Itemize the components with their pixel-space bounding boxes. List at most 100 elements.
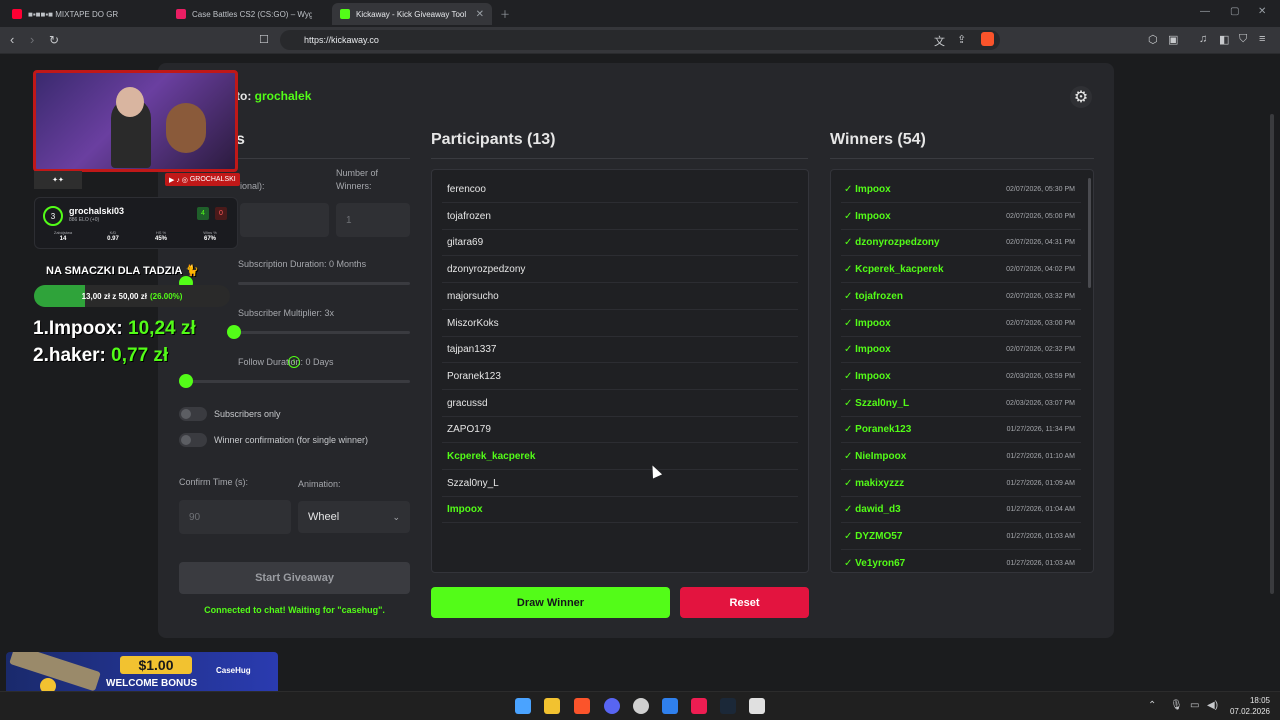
settings-button[interactable]: ⚙ — [1070, 86, 1092, 108]
sub-multiplier-slider[interactable] — [238, 331, 410, 334]
divider — [830, 158, 1094, 159]
winner-date: 01/27/2026, 01:04 AM — [1006, 506, 1076, 514]
steam-icon[interactable] — [720, 698, 736, 714]
tiktok-icon[interactable] — [691, 698, 707, 714]
screenshot-icon[interactable]: ▣ — [1168, 33, 1178, 46]
network-icon[interactable]: ▭ — [1190, 700, 1199, 711]
promo-amount: $1.00 — [120, 656, 192, 674]
winner-name: ✓ Impoox — [844, 344, 891, 356]
tab-kickaway[interactable]: Kickaway - Kick Giveaway Tool ✕ — [332, 3, 492, 25]
winner-row: ✓ Szzal0ny_L 02/03/2026, 03:07 PM — [841, 391, 1081, 417]
winner-name: ✓ Kcperek_kacperek — [844, 264, 944, 276]
extensions-icon[interactable]: ⬡ — [1148, 33, 1158, 46]
animation-select[interactable]: Wheel ⌄ — [298, 501, 410, 533]
winners-list[interactable]: ✓ Impoox 02/07/2026, 05:30 PM ✓ Impoox 02/0… — [830, 169, 1094, 573]
winner-row: ✓ DYZMO57 01/27/2026, 01:03 AM — [841, 524, 1081, 551]
volume-icon[interactable]: ◀) — [1207, 700, 1218, 711]
confirm-time-input[interactable]: 90 — [179, 500, 291, 534]
browser-tab-bar: ■▪■■▪■ MIXTAPE DO GR Case Battles CS2 (C… — [0, 0, 1280, 27]
system-clock[interactable]: 18:05 07.02.2026 — [1230, 695, 1270, 717]
follow-duration-knob[interactable] — [179, 374, 193, 388]
participant-row: tojafrozen — [442, 204, 798, 230]
winners-scrollbar[interactable] — [1088, 178, 1091, 288]
webcam-overlay — [33, 70, 238, 172]
winners-count-label: Number of Winners: — [336, 168, 379, 191]
sidebar-icon[interactable]: ◧ — [1219, 33, 1229, 46]
winner-name: ✓ Impoox — [844, 370, 891, 382]
participant-row: Szzal0ny_L — [442, 471, 798, 497]
confirm-time-label: Confirm Time (s): — [179, 477, 249, 487]
reset-button[interactable]: Reset — [680, 587, 809, 618]
tab-case-battles[interactable]: Case Battles CS2 (CS:GO) – Wygraj n — [168, 3, 328, 25]
translate-icon[interactable]: 文 — [934, 33, 945, 49]
tab-youtube[interactable]: ■▪■■▪■ MIXTAPE DO GR — [4, 3, 164, 25]
winner-row: ✓ Impoox 02/07/2026, 05:30 PM — [841, 177, 1081, 203]
maximize-icon[interactable]: ▢ — [1230, 6, 1239, 17]
mic-icon[interactable]: 🎙 — [1170, 700, 1183, 711]
stat-kills: Zabójstwa 14 — [53, 230, 73, 242]
winner-name: ✓ makixyzzz — [844, 477, 905, 489]
tab-label: ■▪■■▪■ MIXTAPE DO GR — [28, 9, 119, 19]
promo-text: WELCOME BONUS — [106, 678, 198, 689]
participants-list[interactable]: ferencoo tojafrozen gitara69 dzonyrozpedzon… — [431, 169, 809, 573]
player-elo: 886 ELO (+0) — [69, 217, 100, 223]
follow-duration-slider[interactable] — [179, 380, 410, 383]
url-text: https://kickaway.co — [304, 35, 379, 45]
winner-row: ✓ Ve1yron67 01/27/2026, 01:03 AM — [841, 551, 1081, 572]
sub-duration-slider[interactable] — [238, 282, 410, 285]
page-scrollbar[interactable] — [1270, 114, 1274, 594]
discord-icon[interactable] — [604, 698, 620, 714]
minimize-icon[interactable]: — — [1200, 6, 1210, 17]
subscribers-only-toggle[interactable] — [179, 407, 207, 421]
draw-winner-button[interactable]: Draw Winner — [431, 587, 670, 618]
sub-multiplier-knob[interactable] — [227, 325, 241, 339]
share-icon[interactable]: ⇪ — [957, 33, 966, 46]
brave-shields-icon[interactable] — [981, 32, 994, 46]
bookmark-icon[interactable]: ☐ — [259, 33, 269, 46]
menu-icon[interactable]: ≡ — [1259, 33, 1265, 45]
winner-date: 02/03/2026, 03:07 PM — [1006, 399, 1075, 407]
start-giveaway-button[interactable]: Start Giveaway — [179, 562, 410, 594]
animation-value: Wheel — [308, 511, 340, 523]
music-icon[interactable]: ♫ — [1199, 33, 1207, 45]
winner-name: ✓ Poranek123 — [844, 424, 912, 436]
address-bar[interactable]: https://kickaway.co — [280, 30, 1000, 50]
social-handle: ▶ ♪ ◎ GROCHALSKI — [165, 173, 240, 186]
app-icon[interactable] — [749, 698, 765, 714]
brave-icon[interactable] — [574, 698, 590, 714]
winner-confirmation-toggle[interactable] — [179, 433, 207, 447]
winner-name: ✓ Impoox — [844, 210, 891, 222]
chevron-down-icon: ⌄ — [392, 511, 400, 522]
keyword-input[interactable] — [240, 203, 329, 237]
obs-icon[interactable] — [633, 698, 649, 714]
participant-row: MiszorKoks — [442, 311, 798, 337]
winner-row: ✓ Impoox 02/07/2026, 03:00 PM — [841, 311, 1081, 337]
forward-icon[interactable]: › — [30, 32, 34, 47]
tab-label: Case Battles CS2 (CS:GO) – Wygraj n — [192, 9, 312, 19]
participant-row: tajpan1337 — [442, 337, 798, 364]
winners-count-input[interactable]: 1 — [336, 203, 410, 237]
channel-name: grochalek — [254, 89, 312, 103]
start-icon[interactable] — [515, 698, 531, 714]
close-window-icon[interactable]: ✕ — [1258, 6, 1266, 17]
chevron-up-icon[interactable]: ⌃ — [1148, 700, 1156, 711]
chat-status: Connected to chat! Waiting for "casehug"… — [204, 605, 385, 615]
level-badge: 3 — [43, 206, 63, 226]
winner-row: ✓ dawid_d3 01/27/2026, 01:04 AM — [841, 497, 1081, 524]
reload-icon[interactable]: ↻ — [49, 33, 59, 47]
winner-row: ✓ Kcperek_kacperek 02/07/2026, 04:02 PM — [841, 257, 1081, 284]
winner-name: ✓ tojafrozen — [844, 290, 903, 302]
info-icon[interactable]: ! — [288, 356, 300, 368]
winner-date: 02/07/2026, 05:30 PM — [1006, 186, 1075, 193]
winner-date: 01/27/2026, 01:03 AM — [1006, 559, 1076, 567]
new-tab-icon[interactable]: ＋ — [500, 6, 510, 21]
close-tab-icon[interactable]: ✕ — [476, 9, 484, 20]
back-icon[interactable]: ‹ — [10, 32, 14, 47]
shield-icon[interactable]: ⛉ — [1239, 33, 1247, 46]
notepad-icon[interactable] — [662, 698, 678, 714]
kick-icon — [340, 9, 350, 19]
file-explorer-icon[interactable] — [544, 698, 560, 714]
winner-date: 02/07/2026, 03:32 PM — [1006, 292, 1075, 300]
participant-row: Impoox — [442, 497, 798, 524]
social-icons: ▶ ♪ ◎ — [169, 176, 190, 184]
